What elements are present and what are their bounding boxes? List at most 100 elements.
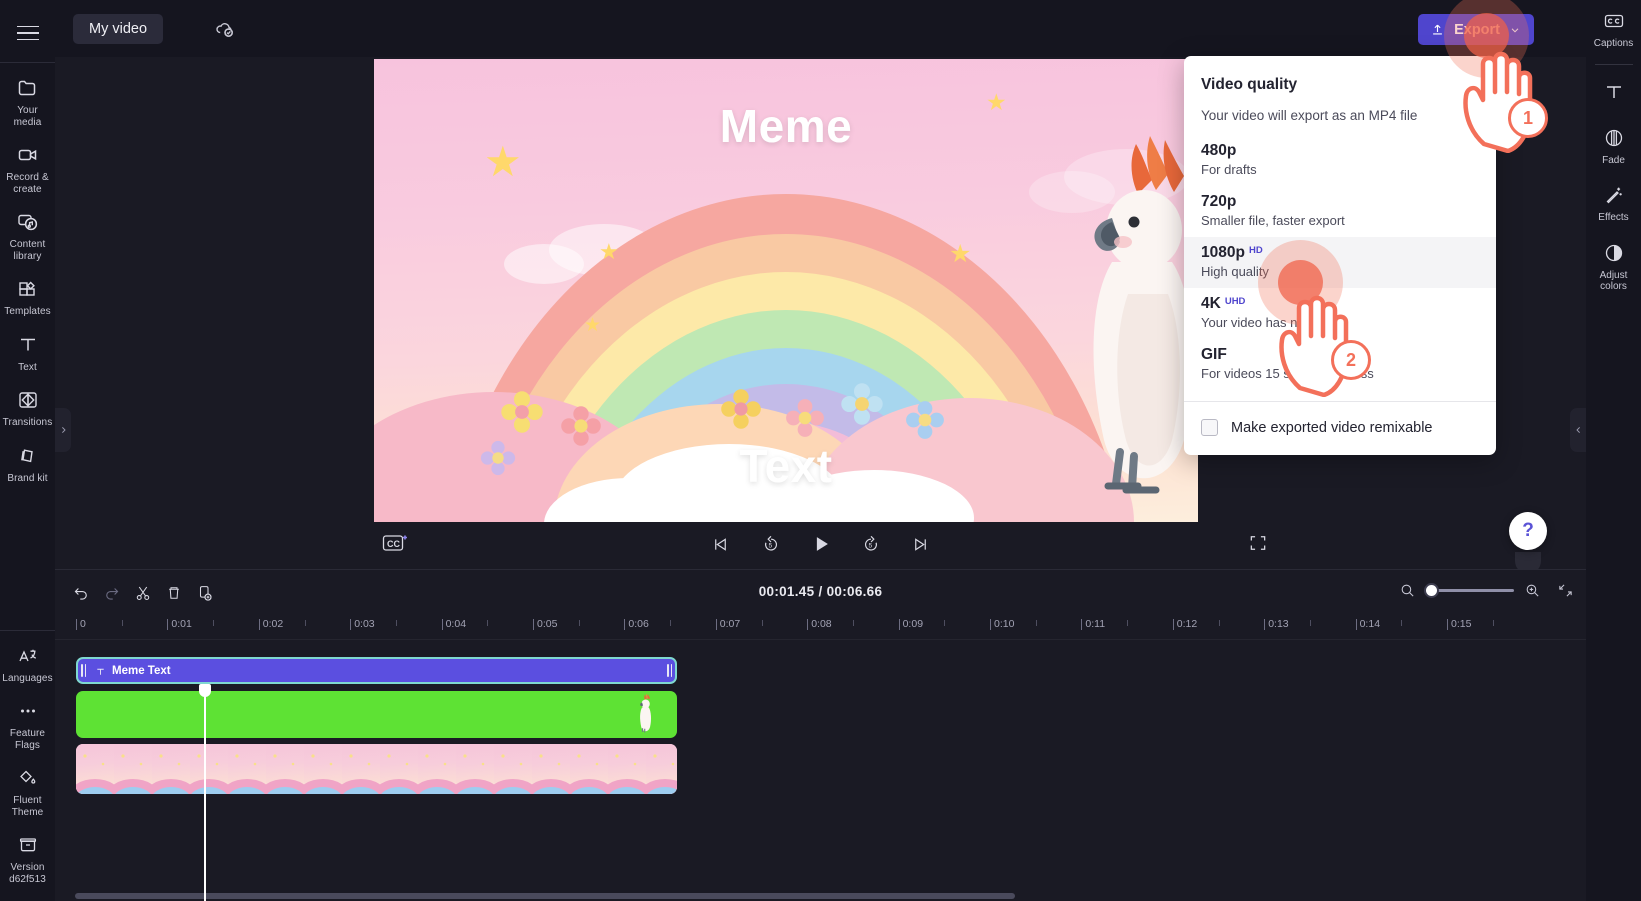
rewind-5s-button[interactable]: 5 xyxy=(758,531,784,557)
video-preview-canvas[interactable]: ★ ★ ★ ★ ★ Meme Text xyxy=(374,59,1198,522)
media-library-icon xyxy=(15,209,41,235)
forward-5s-button[interactable]: 5 xyxy=(858,531,884,557)
ruler-tick-label: 0:01 xyxy=(171,618,192,630)
clip-thumbnail xyxy=(304,744,344,794)
export-button[interactable]: Export xyxy=(1418,14,1534,45)
zoom-in-icon xyxy=(1526,584,1539,597)
preview-caption-text[interactable]: Text xyxy=(374,439,1198,493)
svg-text:5: 5 xyxy=(868,542,872,549)
zoom-slider-handle[interactable] xyxy=(1424,583,1439,598)
chevron-right-icon xyxy=(61,427,66,433)
step-number: 1 xyxy=(1522,107,1533,128)
step-badge-1: 1 xyxy=(1508,98,1548,138)
sidebar-label: Version d62f513 xyxy=(9,862,46,885)
ruler-tick-label: 0:05 xyxy=(537,618,558,630)
templates-grid-icon xyxy=(15,276,41,302)
sidebar-item-your-media[interactable]: Your media xyxy=(0,67,55,134)
skip-to-start-button[interactable] xyxy=(708,531,734,557)
video-camera-icon xyxy=(15,142,41,168)
clip-right-handle[interactable] xyxy=(664,659,675,682)
export-option-1080p[interactable]: 1080p HD High quality xyxy=(1184,237,1496,288)
clip-thumbnail xyxy=(114,744,154,794)
sidebar-item-feature-flags[interactable]: Feature Flags xyxy=(0,690,55,757)
zoom-in-button[interactable] xyxy=(1524,582,1541,599)
chevron-down-icon xyxy=(1511,27,1519,32)
zoom-slider-track xyxy=(1426,589,1514,592)
sidebar-item-transitions[interactable]: Transitions xyxy=(0,379,55,435)
remixable-checkbox-row[interactable]: Make exported video remixable xyxy=(1184,402,1496,455)
preview-title-text[interactable]: Meme xyxy=(374,99,1198,153)
quality-badge: UHD xyxy=(1224,296,1246,307)
clip-thumbnail xyxy=(76,744,116,794)
export-option-720p[interactable]: 720p Smaller file, faster export xyxy=(1184,186,1496,237)
project-name-field[interactable]: My video xyxy=(73,14,164,44)
clip-left-handle[interactable] xyxy=(78,659,89,682)
sidebar-item-fluent-theme[interactable]: Fluent Theme xyxy=(0,757,55,824)
export-option-name: 480p xyxy=(1201,142,1237,159)
sidebar-item-brand-kit[interactable]: Brand kit xyxy=(0,435,55,491)
text-t-icon xyxy=(15,332,41,358)
timeline-tracks: Meme Text xyxy=(55,640,1586,901)
clip-thumbnail xyxy=(190,744,230,794)
clipchamp-editor: Your media Record & create Content libra… xyxy=(0,0,1641,901)
right-item-adjust-colors[interactable]: Adjust colors xyxy=(1586,231,1641,300)
zoom-out-button[interactable] xyxy=(1399,582,1416,599)
flower-graphic xyxy=(559,404,601,446)
right-item-label: Effects xyxy=(1598,212,1629,223)
right-item-fade[interactable]: Fade xyxy=(1586,116,1641,174)
collapse-left-panel-button[interactable] xyxy=(55,408,71,452)
star-icon: ★ xyxy=(599,239,619,264)
zoom-slider[interactable] xyxy=(1424,583,1514,599)
right-item-label: Fade xyxy=(1602,154,1625,166)
text-t-icon xyxy=(97,668,104,675)
sidebar-item-content-library[interactable]: Content library xyxy=(0,201,55,268)
dropdown-title: Video quality xyxy=(1201,76,1298,93)
play-icon xyxy=(816,537,828,551)
skip-to-start-icon xyxy=(715,537,726,551)
cloud-saved-icon[interactable] xyxy=(213,17,237,41)
flower-graphic xyxy=(839,381,883,425)
sidebar-item-languages[interactable]: Languages xyxy=(0,635,55,691)
remixable-checkbox[interactable] xyxy=(1201,419,1218,436)
effects-wand-icon xyxy=(1601,182,1627,208)
sidebar-item-templates[interactable]: Templates xyxy=(0,268,55,324)
right-item-effects[interactable]: Effects xyxy=(1586,173,1641,231)
transitions-icon xyxy=(15,387,41,413)
clip-thumbnail xyxy=(456,744,496,794)
timeline-clip-text[interactable]: Meme Text xyxy=(76,657,677,684)
playhead-handle[interactable] xyxy=(199,684,211,697)
skip-to-end-icon xyxy=(915,537,926,551)
zoom-controls xyxy=(1399,582,1574,599)
dropdown-subtitle: Your video will export as an MP4 file xyxy=(1201,108,1418,123)
sidebar-label: Fluent Theme xyxy=(11,795,44,818)
clip-label: Meme Text xyxy=(112,664,171,677)
timeline-horizontal-scrollbar[interactable] xyxy=(75,893,1015,899)
sidebar-item-text[interactable]: Text xyxy=(0,324,55,380)
play-button[interactable] xyxy=(808,531,834,557)
export-option-480p[interactable]: 480p For drafts xyxy=(1184,135,1496,186)
right-item-captions[interactable]: Captions xyxy=(1586,0,1641,57)
ruler-tick-label: 0:10 xyxy=(994,618,1015,630)
star-icon: ★ xyxy=(949,240,972,268)
hamburger-menu-icon[interactable] xyxy=(11,18,45,48)
timeline-ruler[interactable]: 0 0:01 0:02 0:03 0:04 0:05 0:06 0:07 0:08 0:09 0:1… xyxy=(55,616,1586,640)
ruler-tick-label: 0:03 xyxy=(354,618,375,630)
playhead[interactable] xyxy=(199,684,211,901)
timeline-clip-image[interactable] xyxy=(76,691,677,738)
skip-to-end-button[interactable] xyxy=(908,531,934,557)
adjust-colors-icon xyxy=(1601,240,1627,266)
fullscreen-button[interactable] xyxy=(1248,533,1270,555)
collapse-right-panel-button[interactable] xyxy=(1570,408,1586,452)
theme-droplet-icon xyxy=(15,765,41,791)
export-button-label: Export xyxy=(1454,21,1500,38)
sidebar-item-record-create[interactable]: Record & create xyxy=(0,134,55,201)
sidebar-item-version[interactable]: Version d62f513 xyxy=(0,824,55,901)
timeline-clip-video[interactable] xyxy=(76,744,677,794)
help-button[interactable]: ? xyxy=(1509,512,1547,550)
export-option-desc: Smaller file, faster export xyxy=(1201,213,1345,228)
right-sidebar: Captions Fade Effects Adjust colors xyxy=(1586,0,1641,901)
brand-kit-icon xyxy=(15,443,41,469)
fit-to-screen-button[interactable] xyxy=(1557,582,1574,599)
timeline-panel: 00:01.45 / 00:06.66 0 0:01 0:02 0:03 0:0… xyxy=(55,569,1586,901)
right-item-text[interactable] xyxy=(1586,70,1641,116)
